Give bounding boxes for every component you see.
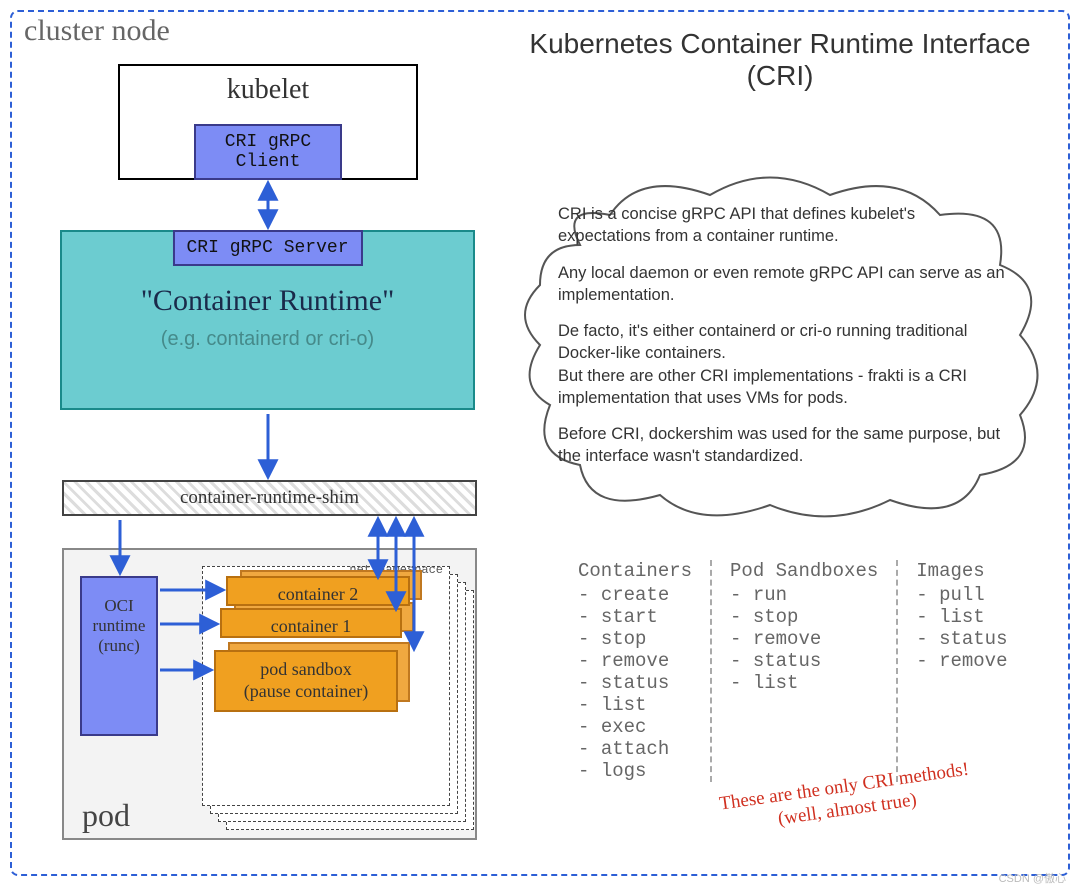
cloud-p2: Any local daemon or even remote gRPC API… — [558, 262, 1008, 307]
container-1-box: container 1 — [220, 608, 402, 638]
pod-label: pod — [82, 797, 130, 834]
kubelet-box: kubelet CRI gRPC Client — [118, 64, 418, 180]
cluster-node-label: cluster node — [24, 14, 170, 48]
cri-grpc-client-box: CRI gRPC Client — [194, 124, 342, 180]
images-item-pull: pull — [916, 584, 1007, 606]
pod-sandbox-l2: (pause container) — [224, 680, 388, 702]
images-item-remove: remove — [916, 650, 1007, 672]
explanation-cloud: CRI is a concise gRPC API that defines k… — [520, 165, 1040, 525]
containers-item-list: list — [578, 694, 692, 716]
images-item-list: list — [916, 606, 1007, 628]
pod-sandboxes-item-status: status — [730, 650, 878, 672]
cloud-p4: Before CRI, dockershim was used for the … — [558, 423, 1008, 468]
diagram-title-l2: (CRI) — [510, 60, 1050, 92]
containers-item-exec: exec — [578, 716, 692, 738]
containers-item-remove: remove — [578, 650, 692, 672]
oci-runtime-box: OCI runtime (runc) — [80, 576, 158, 736]
kubelet-title: kubelet — [120, 74, 416, 106]
pod-sandboxes-item-stop: stop — [730, 606, 878, 628]
containers-column: Containers createstartstopremovestatusli… — [560, 560, 712, 782]
diagram-title: Kubernetes Container Runtime Interface (… — [510, 28, 1050, 92]
containers-item-attach: attach — [578, 738, 692, 760]
oci-line2: runtime — [82, 616, 156, 636]
pod-sandboxes-column: Pod Sandboxes runstopremovestatuslist — [712, 560, 898, 782]
containers-item-create: create — [578, 584, 692, 606]
pod-sandboxes-item-remove: remove — [730, 628, 878, 650]
images-item-status: status — [916, 628, 1007, 650]
containers-head: Containers — [578, 560, 692, 582]
diagram-title-l1: Kubernetes Container Runtime Interface — [510, 28, 1050, 60]
containers-item-status: status — [578, 672, 692, 694]
watermark: CSDN @傲心 — [999, 870, 1066, 886]
oci-line1: OCI — [82, 596, 156, 616]
cloud-text: CRI is a concise gRPC API that defines k… — [558, 203, 1008, 482]
pod-sandboxes-item-list: list — [730, 672, 878, 694]
containers-item-stop: stop — [578, 628, 692, 650]
cri-methods-columns: Containers createstartstopremovestatusli… — [560, 560, 1026, 782]
cri-grpc-server-box: CRI gRPC Server — [172, 230, 362, 266]
oci-line3: (runc) — [82, 636, 156, 656]
containers-item-logs: logs — [578, 760, 692, 782]
cloud-p3: De facto, it's either containerd or cri-… — [558, 320, 1008, 409]
containers-item-start: start — [578, 606, 692, 628]
images-column: Images pullliststatusremove — [898, 560, 1025, 782]
container-runtime-title: "Container Runtime" — [62, 284, 473, 318]
container-2-box: container 2 — [226, 576, 410, 606]
pod-sandbox-l1: pod sandbox — [224, 658, 388, 680]
pod-sandboxes-item-run: run — [730, 584, 878, 606]
cloud-p1: CRI is a concise gRPC API that defines k… — [558, 203, 1008, 248]
pod-sandbox-box: pod sandbox (pause container) — [214, 650, 398, 712]
pod-sandboxes-head: Pod Sandboxes — [730, 560, 878, 582]
images-head: Images — [916, 560, 1007, 582]
